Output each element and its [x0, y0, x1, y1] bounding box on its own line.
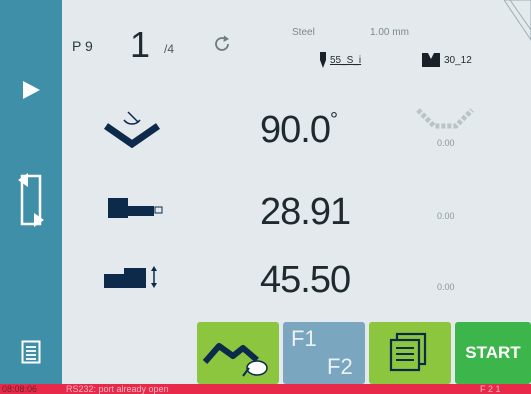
- angle-correction-preview-icon: [414, 106, 476, 139]
- function-keys-button[interactable]: F1 F2: [283, 322, 365, 384]
- copy-pages-button[interactable]: [369, 322, 451, 384]
- step-total: /4: [164, 42, 175, 56]
- angle-unit: °: [329, 109, 338, 131]
- material-label: Steel: [292, 27, 315, 38]
- backgauge-r-value[interactable]: 45.50: [260, 259, 351, 302]
- backgauge-r-icon: [104, 266, 162, 293]
- bend-angle-icon: [104, 108, 160, 153]
- punch-tool-icon: [318, 52, 328, 73]
- bend-simulation-button[interactable]: [197, 322, 279, 384]
- punch-tool-name[interactable]: 55_S_i: [330, 55, 361, 66]
- backgauge-r-correction[interactable]: 0.00: [437, 282, 455, 292]
- status-time: 08:08:06: [2, 384, 38, 394]
- status-message: RS232: port already open: [66, 384, 169, 394]
- bend-hand-icon: [202, 343, 268, 377]
- status-right-text: F 2 1: [480, 384, 501, 394]
- start-button[interactable]: START: [455, 322, 531, 384]
- refresh-icon: [215, 35, 229, 51]
- step-current: 1: [130, 24, 151, 65]
- sequence-toggle-button[interactable]: [0, 168, 62, 232]
- swap-sequence-icon: [18, 173, 44, 227]
- angle-value: 90.0: [260, 109, 331, 151]
- refresh-button[interactable]: [212, 34, 232, 59]
- thickness-label: 1.00 mm: [370, 27, 409, 38]
- backgauge-x-correction[interactable]: 0.00: [437, 211, 455, 221]
- backgauge-x-value[interactable]: 28.91: [260, 191, 351, 234]
- f2-label: F2: [327, 354, 353, 379]
- die-tool-name[interactable]: 30_12: [444, 55, 472, 66]
- program-list-button[interactable]: [0, 334, 62, 370]
- start-label: START: [465, 343, 521, 362]
- status-bar: 08:08:06 RS232: port already open F 2 1: [0, 384, 531, 394]
- copy-pages-icon: [389, 332, 427, 372]
- left-sidebar: [0, 0, 62, 394]
- play-button[interactable]: [0, 70, 62, 110]
- list-document-icon: [21, 340, 41, 364]
- f1-label: F1: [291, 326, 317, 351]
- corner-fold-icon: [503, 0, 531, 47]
- program-label: P 9: [72, 38, 93, 54]
- backgauge-x-icon: [108, 198, 164, 223]
- angle-value-field[interactable]: 90.0°: [260, 109, 338, 152]
- die-tool-icon: [422, 53, 440, 72]
- angle-correction-value[interactable]: 0.00: [437, 138, 455, 148]
- play-icon: [23, 81, 40, 99]
